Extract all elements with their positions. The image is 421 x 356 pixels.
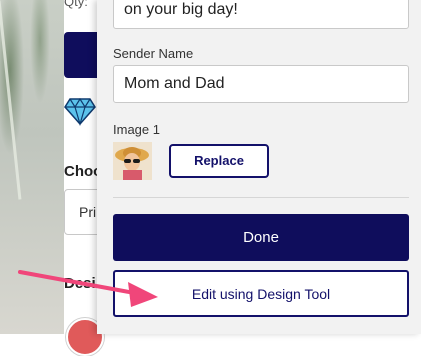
- image-thumbnail: [113, 142, 152, 180]
- qty-label: Qty:: [64, 0, 88, 9]
- design-heading: Desi: [64, 275, 96, 292]
- replace-button[interactable]: Replace: [169, 144, 269, 178]
- edit-design-tool-button[interactable]: Edit using Design Tool: [113, 270, 409, 317]
- done-button[interactable]: Done: [113, 214, 409, 261]
- personalize-panel: on your big day! Sender Name Image 1 Rep…: [97, 0, 421, 334]
- diamond-icon: [64, 97, 96, 126]
- background-photo: [0, 0, 64, 334]
- sender-name-input[interactable]: [113, 65, 409, 103]
- sender-name-label: Sender Name: [113, 46, 194, 61]
- divider: [113, 197, 409, 198]
- message-field[interactable]: on your big day!: [113, 0, 409, 29]
- image-label: Image 1: [113, 122, 160, 137]
